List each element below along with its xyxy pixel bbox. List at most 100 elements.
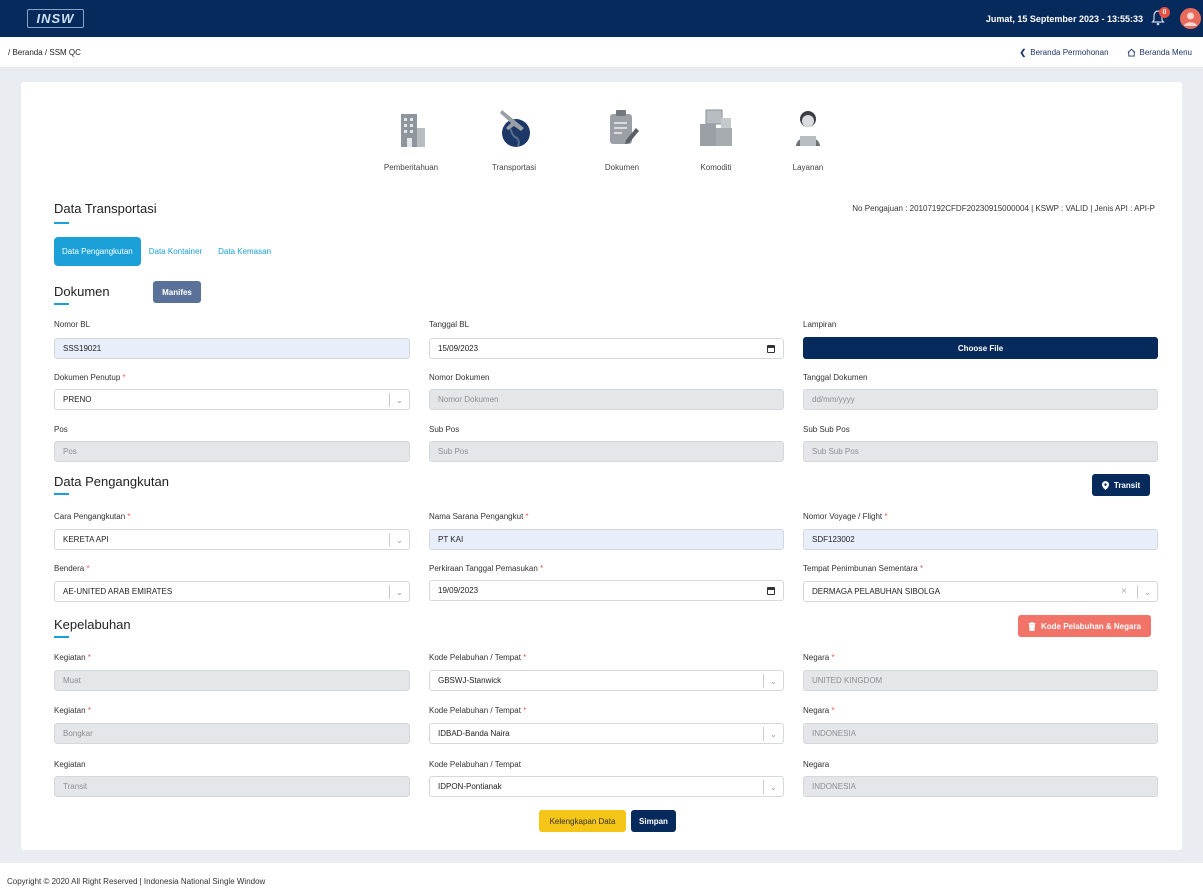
required-asterisk: * xyxy=(127,512,131,521)
kode-pelabuhan-text: Kode Pelabuhan / Tempat xyxy=(429,653,521,662)
negara-label: Negara xyxy=(803,760,830,769)
building-icon xyxy=(401,114,425,147)
sub-pos-input[interactable]: Sub Pos xyxy=(429,441,784,462)
nama-sarana-input[interactable]: PT KAI xyxy=(429,529,784,550)
top-navbar: INSW Jumat, 15 September 2023 - 13:55:33… xyxy=(0,0,1203,37)
tab-data-kemasan[interactable]: Data Kemasan xyxy=(210,247,279,256)
dokumen-penutup-text: Dokumen Penutup xyxy=(54,373,121,382)
sub-sub-pos-label: Sub Sub Pos xyxy=(803,425,850,434)
current-datetime: Jumat, 15 September 2023 - 13:55:33 xyxy=(985,14,1143,24)
nomor-voyage-input[interactable]: SDF123002 xyxy=(803,529,1158,550)
beranda-menu-label: Beranda Menu xyxy=(1139,48,1192,57)
trash-icon xyxy=(1028,621,1036,631)
negara-label: Negara * xyxy=(803,706,835,715)
tanggal-bl-input[interactable]: 15/09/2023 xyxy=(429,338,784,359)
tanggal-bl-value: 15/09/2023 xyxy=(438,344,479,353)
nama-sarana-label: Nama Sarana Pengangkut * xyxy=(429,512,529,521)
perkiraan-tanggal-value: 19/09/2023 xyxy=(438,586,479,595)
tanggal-dokumen-input[interactable]: dd/mm/yyyy xyxy=(803,389,1158,410)
required-asterisk: * xyxy=(884,512,888,521)
nomor-bl-input[interactable]: SSS19021 xyxy=(54,338,410,359)
chevron-down-icon[interactable]: ⌄ xyxy=(1137,585,1157,599)
choose-file-button[interactable]: Choose File xyxy=(803,337,1158,359)
kode-pelabuhan-select[interactable]: IDBAD-Banda Naira ⌄ xyxy=(429,723,784,744)
cara-pengangkutan-select[interactable]: KERETA API ⌄ xyxy=(54,529,410,550)
bendera-select[interactable]: AE-UNITED ARAB EMIRATES ⌄ xyxy=(54,581,410,602)
step-transportasi[interactable]: Transportasi xyxy=(474,104,554,172)
kode-pelabuhan-text: Kode Pelabuhan / Tempat xyxy=(429,706,521,715)
transit-button[interactable]: Transit xyxy=(1092,474,1150,496)
section-underline xyxy=(54,303,69,305)
kegiatan-text: Kegiatan xyxy=(54,706,86,715)
kegiatan-input[interactable]: Muat xyxy=(54,670,410,691)
perkiraan-tanggal-input[interactable]: 19/09/2023 xyxy=(429,580,784,601)
chevron-down-icon[interactable]: ⌄ xyxy=(389,585,409,599)
kode-pelabuhan-label: Kode Pelabuhan / Tempat xyxy=(429,760,521,769)
calendar-icon[interactable] xyxy=(767,345,775,353)
cara-pengangkutan-text: Cara Pengangkutan xyxy=(54,512,126,521)
kegiatan-input[interactable]: Bongkar xyxy=(54,723,410,744)
home-icon xyxy=(1127,48,1135,57)
tab-data-pengangkutan[interactable]: Data Pengangkutan xyxy=(54,237,141,266)
dokumen-penutup-select[interactable]: PRENO ⌄ xyxy=(54,389,410,410)
chevron-left-icon: ❮ xyxy=(1019,48,1027,57)
calendar-icon[interactable] xyxy=(767,587,775,595)
required-asterisk: * xyxy=(540,564,544,573)
page-title: Data Transportasi xyxy=(54,201,157,216)
negara-input[interactable]: INDONESIA xyxy=(803,776,1158,797)
beranda-permohonan-label: Beranda Permohonan xyxy=(1030,48,1109,57)
step-label: Layanan xyxy=(792,163,824,172)
clear-icon[interactable]: × xyxy=(1121,586,1127,597)
breadcrumb-bar: / Beranda / SSM QC ❮ Beranda Permohonan … xyxy=(0,37,1203,67)
simpan-button[interactable]: Simpan xyxy=(631,810,676,832)
section-underline xyxy=(54,636,69,638)
chevron-down-icon[interactable]: ⌄ xyxy=(389,533,409,547)
step-dokumen[interactable]: Dokumen xyxy=(582,104,662,172)
kode-pelabuhan-label: Kode Pelabuhan / Tempat * xyxy=(429,653,526,662)
kegiatan-input[interactable]: Transit xyxy=(54,776,410,797)
beranda-menu-link[interactable]: Beranda Menu xyxy=(1127,48,1192,57)
tab-data-kontainer[interactable]: Data Kontainer xyxy=(141,247,210,256)
user-avatar[interactable] xyxy=(1180,8,1201,29)
pos-input[interactable]: Pos xyxy=(54,441,410,462)
pos-label: Pos xyxy=(54,425,68,434)
data-tabs: Data Pengangkutan Data Kontainer Data Ke… xyxy=(54,237,279,266)
step-label: Komoditi xyxy=(700,163,732,172)
tempat-penimbunan-label: Tempat Penimbunan Sementara * xyxy=(803,564,923,573)
kode-pelabuhan-select[interactable]: IDPON-Pontianak ⌄ xyxy=(429,776,784,797)
customer-service-icon xyxy=(796,111,820,146)
beranda-permohonan-link[interactable]: ❮ Beranda Permohonan xyxy=(1020,48,1109,57)
step-label: Pemberitahuan xyxy=(383,163,439,172)
sub-sub-pos-input[interactable]: Sub Sub Pos xyxy=(803,441,1158,462)
chevron-down-icon[interactable]: ⌄ xyxy=(389,393,409,407)
step-komoditi[interactable]: Komoditi xyxy=(676,104,756,172)
nomor-dokumen-input[interactable]: Nomor Dokumen xyxy=(429,389,784,410)
transit-label: Transit xyxy=(1113,480,1141,490)
chevron-down-icon[interactable]: ⌄ xyxy=(763,727,783,741)
negara-input[interactable]: UNITED KINGDOM xyxy=(803,670,1158,691)
copyright-text: Copyright © 2020 All Right Reserved | In… xyxy=(7,877,266,886)
kode-pelabuhan-select[interactable]: GBSWJ-Stanwick ⌄ xyxy=(429,670,784,691)
kode-pelabuhan-negara-button[interactable]: Kode Pelabuhan & Negara xyxy=(1018,615,1151,637)
negara-text: Negara xyxy=(803,653,830,662)
chevron-down-icon[interactable]: ⌄ xyxy=(763,780,783,794)
kelengkapan-data-button[interactable]: Kelengkapan Data xyxy=(539,810,626,832)
perkiraan-tanggal-text: Perkiraan Tanggal Pemasukan xyxy=(429,564,538,573)
section-underline xyxy=(54,493,69,495)
step-layanan[interactable]: Layanan xyxy=(768,104,848,172)
bendera-value: AE-UNITED ARAB EMIRATES xyxy=(63,587,173,596)
tanggal-dokumen-label: Tanggal Dokumen xyxy=(803,373,868,382)
insw-logo[interactable]: INSW xyxy=(27,9,84,28)
chevron-down-icon[interactable]: ⌄ xyxy=(763,674,783,688)
manifes-button[interactable]: Manifes xyxy=(153,281,201,303)
negara-input[interactable]: INDONESIA xyxy=(803,723,1158,744)
tempat-penimbunan-select[interactable]: DERMAGA PELABUHAN SIBOLGA × ⌄ xyxy=(803,581,1158,602)
dokumen-section-title: Dokumen xyxy=(54,284,110,299)
kode-pelabuhan-value: GBSWJ-Stanwick xyxy=(438,676,502,685)
pengangkutan-section-title: Data Pengangkutan xyxy=(54,474,169,489)
nomor-voyage-text: Nomor Voyage / Flight xyxy=(803,512,883,521)
negara-label: Negara * xyxy=(803,653,835,662)
user-icon xyxy=(1184,12,1197,26)
process-stepper: Pemberitahuan Transportasi Dokumen Komod… xyxy=(0,104,1203,184)
step-pemberitahuan[interactable]: Pemberitahuan xyxy=(371,104,451,172)
